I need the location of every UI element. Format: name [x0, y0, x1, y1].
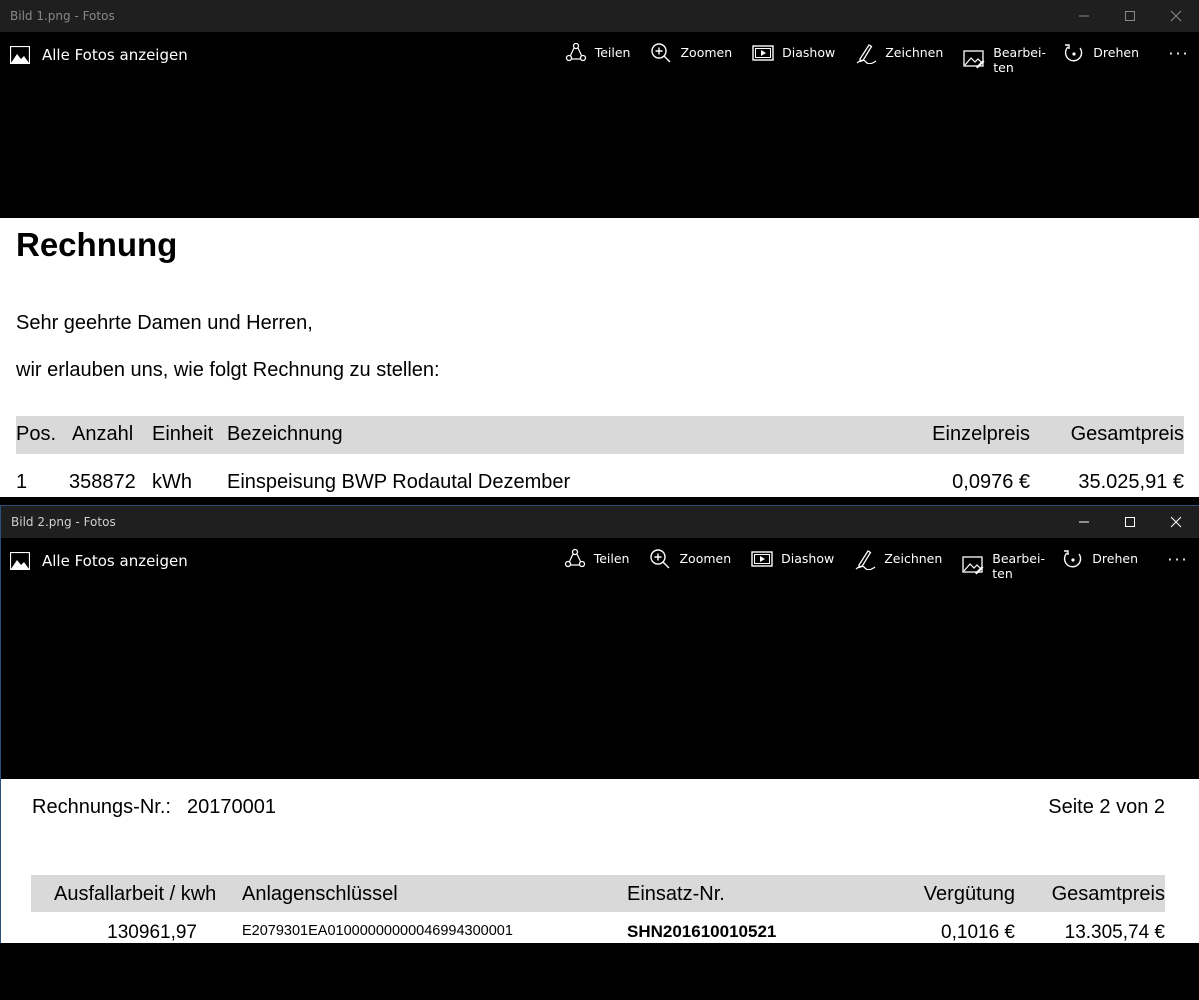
page-indicator: Seite 2 von 2 [1048, 796, 1165, 818]
minimize-button[interactable] [1061, 506, 1107, 538]
slideshow-label: Diashow [781, 551, 835, 566]
slideshow-label: Diashow [782, 45, 836, 60]
column-header: Einheit [152, 423, 214, 445]
share-icon [565, 42, 586, 62]
close-button[interactable] [1153, 0, 1199, 32]
maximize-button[interactable] [1107, 0, 1153, 32]
rotate-button[interactable]: Drehen [1062, 548, 1138, 584]
more-options-button[interactable]: ··· [1159, 42, 1199, 63]
all-photos-label: Alle Fotos anzeigen [42, 552, 188, 570]
draw-button[interactable]: Zeichnen [855, 42, 943, 78]
edit-image-icon [962, 556, 984, 575]
column-header: Einsatz-Nr. [627, 883, 725, 905]
table-cell: kWh [152, 471, 192, 493]
slideshow-icon [752, 45, 774, 61]
invoice-number-label: Rechnungs-Nr.: [32, 796, 171, 818]
column-header: Anlagenschlüssel [242, 883, 398, 905]
rotate-label: Drehen [1093, 45, 1139, 60]
title-bar[interactable]: Bild 2.png - Fotos [1, 506, 1199, 538]
column-header: Gesamtpreis [1051, 883, 1165, 905]
zoom-button[interactable]: Zoomen [650, 42, 732, 78]
rotate-icon [1064, 550, 1082, 568]
table-cell: E2079301EA01000000000046994300001 [242, 923, 513, 939]
window-gap [0, 497, 1199, 505]
share-icon [564, 548, 585, 568]
column-header: Einzelpreis [932, 423, 1030, 445]
column-header: Vergütung [923, 883, 1015, 905]
draw-button[interactable]: Zeichnen [854, 548, 942, 584]
table-cell: 1 [16, 471, 28, 493]
column-header: Ausfallarbeit / kwh [54, 883, 217, 905]
slideshow-button[interactable]: Diashow [752, 42, 835, 78]
table-cell: 0,1016 € [941, 922, 1015, 943]
app-toolbar: Alle Fotos anzeigen Teilen Zoomen Diasho… [1, 538, 1199, 588]
edit-image-icon [963, 50, 985, 69]
edit-label: Bearbei- ten [993, 45, 1046, 75]
table-cell: 358872 [69, 471, 136, 493]
edit-button[interactable]: Bearbei- ten [963, 42, 1046, 78]
close-icon [1170, 10, 1182, 22]
zoom-icon [651, 43, 671, 63]
draw-label: Zeichnen [884, 551, 943, 566]
invoice-number: 20170001 [187, 796, 276, 818]
rotate-label: Drehen [1092, 551, 1138, 566]
close-button[interactable] [1153, 506, 1199, 538]
photos-icon [10, 46, 30, 64]
title-bar[interactable]: Bild 1.png - Fotos [0, 0, 1199, 32]
zoom-icon [650, 549, 670, 569]
table-cell: SHN201610010521 [627, 922, 777, 941]
greeting-text: Sehr geehrte Damen und Herren, [16, 312, 313, 334]
rotate-icon [1065, 44, 1083, 62]
column-header: Anzahl [72, 423, 134, 445]
all-photos-label: Alle Fotos anzeigen [42, 46, 188, 64]
slideshow-icon [751, 551, 773, 567]
pen-icon [856, 44, 877, 64]
app-toolbar: Alle Fotos anzeigen Teilen Zoomen Diasho… [0, 32, 1199, 82]
more-options-button[interactable]: ··· [1158, 548, 1198, 569]
minimize-button[interactable] [1061, 0, 1107, 32]
all-photos-button[interactable]: Alle Fotos anzeigen [10, 552, 188, 570]
maximize-icon [1125, 517, 1135, 527]
document-heading: Rechnung [16, 226, 178, 263]
desktop-background [0, 943, 1199, 1000]
draw-label: Zeichnen [885, 45, 944, 60]
intro-text: wir erlauben uns, wie folgt Rechnung zu … [16, 359, 440, 381]
minimize-icon [1079, 15, 1089, 17]
share-button[interactable]: Teilen [565, 42, 631, 78]
all-photos-button[interactable]: Alle Fotos anzeigen [10, 46, 188, 64]
maximize-button[interactable] [1107, 506, 1153, 538]
image-canvas: Rechnung Sehr geehrte Damen und Herren, … [0, 218, 1199, 497]
maximize-icon [1125, 11, 1135, 21]
slideshow-button[interactable]: Diashow [751, 548, 834, 584]
pen-icon [855, 550, 876, 570]
edit-label: Bearbei- ten [992, 551, 1045, 581]
column-header: Gesamtpreis [1070, 423, 1184, 445]
photos-window-1: Bild 1.png - Fotos Alle Fotos anzeigen T… [0, 0, 1199, 497]
zoom-label: Zoomen [679, 551, 732, 566]
photos-window-2: Bild 2.png - Fotos Alle Fotos anzeigen T… [0, 505, 1199, 943]
zoom-button[interactable]: Zoomen [649, 548, 731, 584]
table-cell: Einspeisung BWP Rodautal Dezember [227, 471, 571, 493]
table-cell: 0,0976 € [952, 471, 1030, 493]
edit-button[interactable]: Bearbei- ten [962, 548, 1045, 584]
column-header: Bezeichnung [227, 423, 343, 445]
column-header: Pos. [16, 423, 57, 445]
table-cell: 35.025,91 € [1078, 471, 1184, 493]
minimize-icon [1079, 521, 1089, 523]
rotate-button[interactable]: Drehen [1063, 42, 1139, 78]
share-label: Teilen [594, 45, 631, 60]
window-title: Bild 2.png - Fotos [11, 515, 116, 529]
table-cell: 130961,97 [107, 922, 197, 943]
share-label: Teilen [593, 551, 630, 566]
share-button[interactable]: Teilen [564, 548, 630, 584]
table-cell: 13.305,74 € [1064, 922, 1165, 943]
image-canvas: Rechnungs-Nr.: 20170001 Seite 2 von 2 Au… [1, 779, 1199, 943]
photos-icon [10, 552, 30, 570]
close-icon [1170, 516, 1182, 528]
window-title: Bild 1.png - Fotos [10, 9, 115, 23]
zoom-label: Zoomen [680, 45, 733, 60]
